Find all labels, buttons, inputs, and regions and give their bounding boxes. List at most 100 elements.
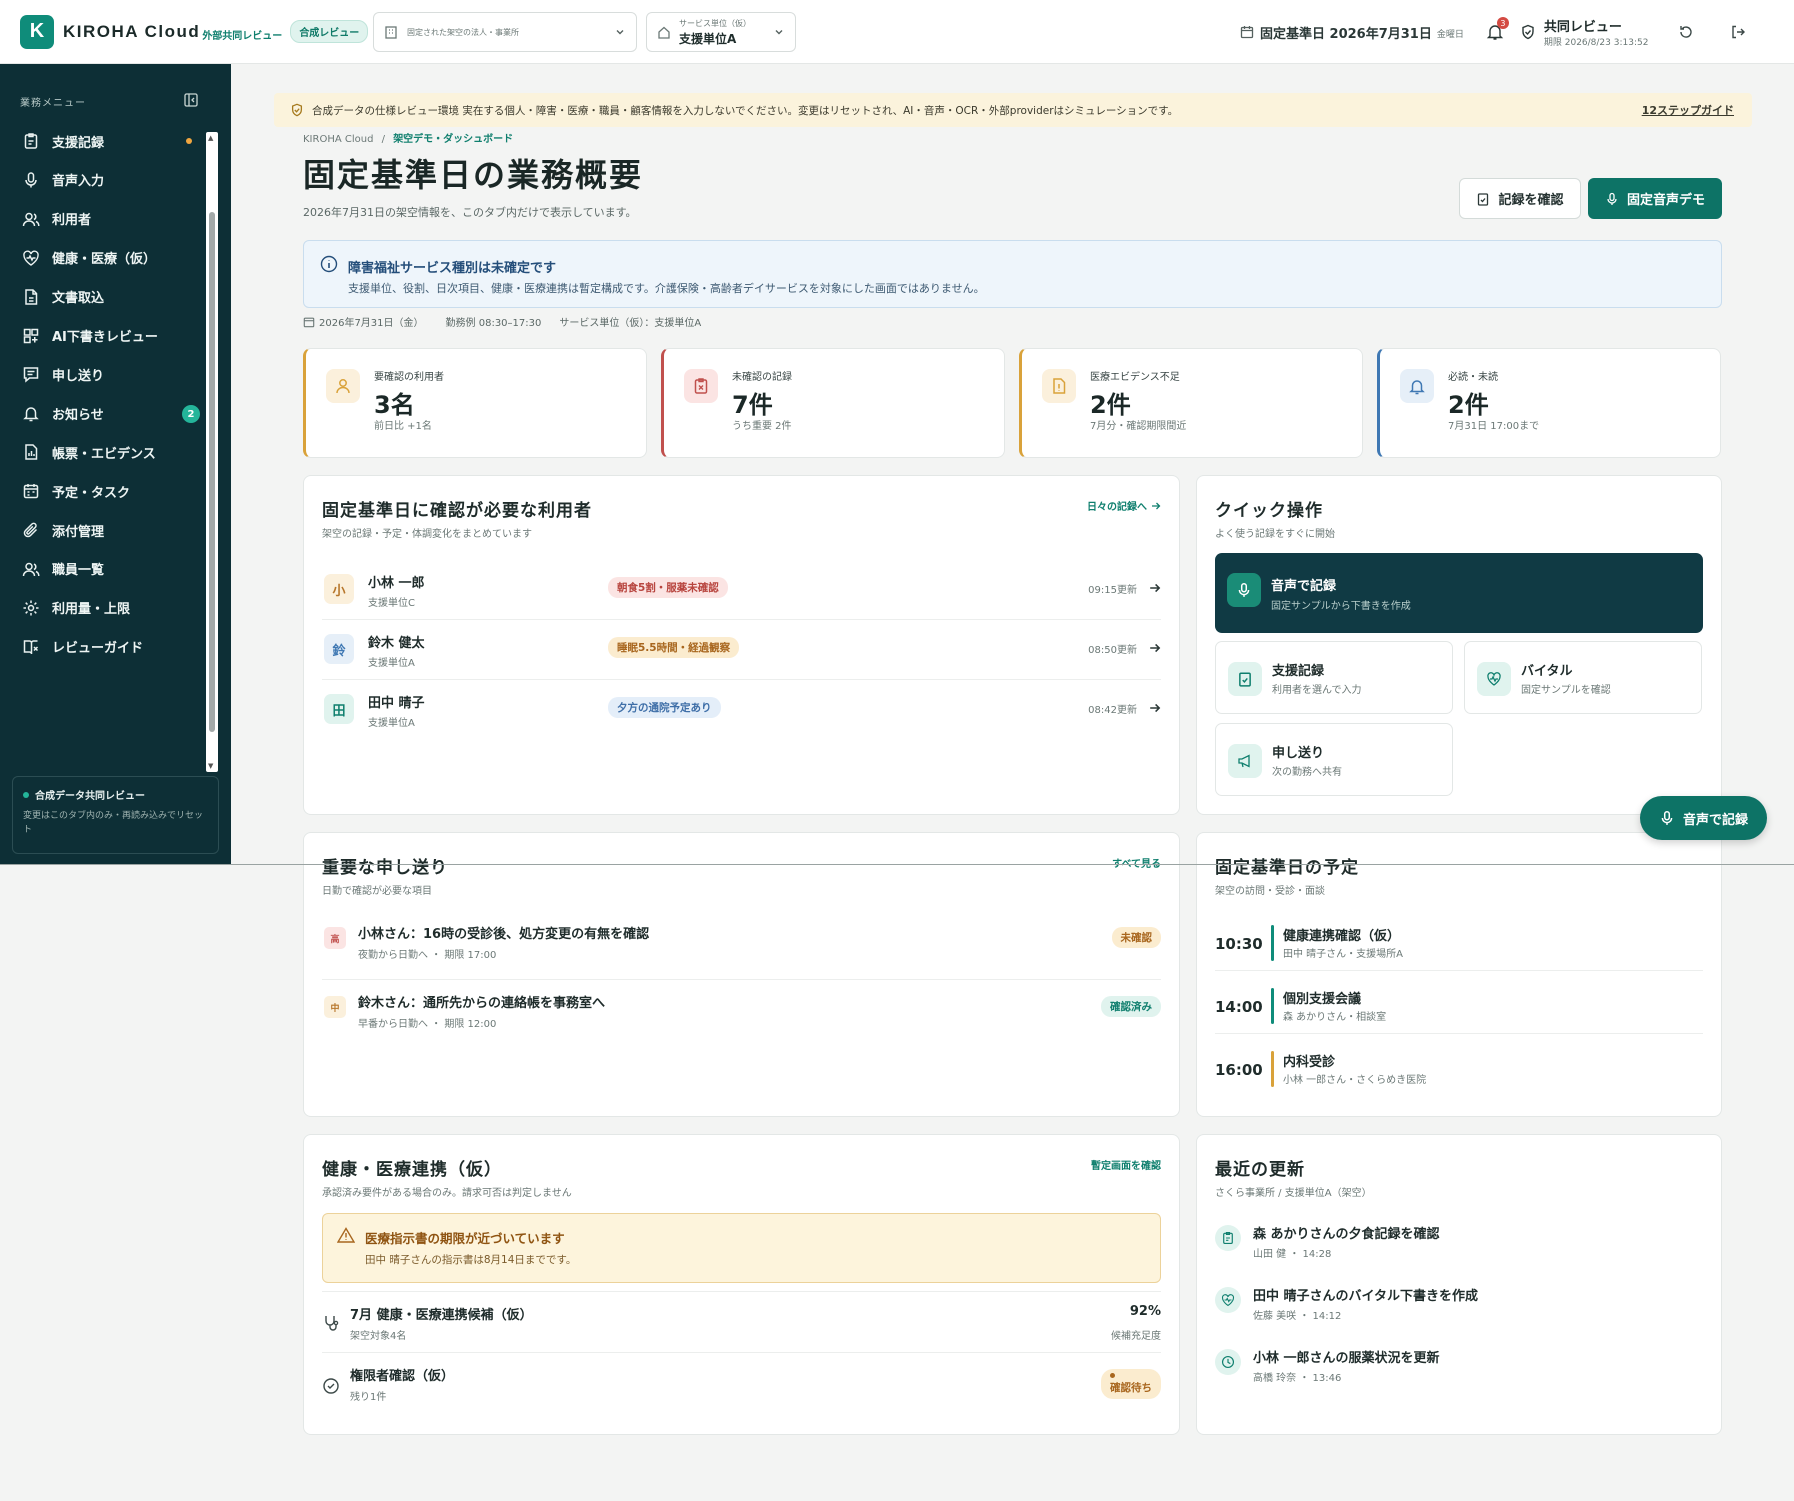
sidebar-item-9[interactable]: 予定・タスク <box>20 476 200 506</box>
chevron-down-icon <box>614 26 626 38</box>
app-logo[interactable]: K <box>20 14 54 49</box>
kpi-card-0[interactable]: 要確認の利用者 3名 前日比 +1名 <box>303 348 647 458</box>
sidebar-item-label: 音声入力 <box>52 174 105 190</box>
update-row[interactable]: 田中 晴子さんのバイタル下書きを作成 佐藤 美咲 ・ 14:12 <box>1215 1275 1703 1337</box>
sidebar-item-11[interactable]: 職員一覧 <box>20 554 200 584</box>
health-title: 健康・医療連携（仮） <box>322 1160 502 1180</box>
see-all-link[interactable]: すべて見る <box>1112 855 1161 870</box>
handover-text: 鈴木さん：通所先からの連絡帳を事務室へ <box>358 996 606 1011</box>
kpi-card-2[interactable]: 医療エビデンス不足 2件 7月分・確認期限間近 <box>1019 348 1363 458</box>
update-row[interactable]: 小林 一郎さんの服薬状況を更新 高橋 玲奈 ・ 13:46 <box>1215 1337 1703 1399</box>
handover-row[interactable]: 高小林さん：16時の受診後、処方変更の有無を確認 夜勤から日勤へ ・ 期限 17:… <box>322 911 1161 980</box>
sidebar-item-12[interactable]: 利用量・上限 <box>20 593 200 623</box>
updated-time: 09:15更新 <box>1088 585 1137 596</box>
sidebar-scrollbar[interactable]: ▲ ▼ <box>206 132 218 772</box>
check-records-button[interactable]: 記録を確認 <box>1459 178 1581 219</box>
schedule-marker <box>1271 988 1274 1024</box>
sidebar-item-7[interactable]: お知らせ 2 <box>20 398 200 428</box>
sidebar-collapse-icon[interactable] <box>183 92 199 108</box>
vital-action[interactable]: バイタル 固定サンプルを確認 <box>1464 641 1702 714</box>
handover-status: 未確認 <box>1111 927 1161 948</box>
provisional-screen-link[interactable]: 暫定画面を確認 <box>1091 1157 1161 1172</box>
stethoscope-icon <box>322 1314 340 1332</box>
clipboard-icon <box>20 130 42 152</box>
schedule-subtitle: 架空の訪問・受診・面談 <box>1215 886 1325 897</box>
sidebar-footer-text: 変更はこのタブ内のみ・再読み込みでリセット <box>23 811 204 835</box>
user-row[interactable]: 田田中 晴子 支援単位A 夕方の通院予定あり 08:42更新 <box>322 680 1161 740</box>
reset-icon[interactable] <box>1678 24 1694 40</box>
schedule-item[interactable]: 10:30 健康連携確認（仮） 田中 晴子さん・支援場所A <box>1215 921 1703 971</box>
voice-record-title: 音声で記録 <box>1271 579 1337 594</box>
check-circle-icon <box>322 1377 340 1395</box>
org-select-label: 固定された架空の法人・事業所 <box>407 27 519 37</box>
sidebar-item-3[interactable]: 健康・医療（仮） <box>20 243 200 273</box>
unit-select[interactable]: サービス単位（仮） 支援単位A <box>646 12 796 52</box>
scrollbar-thumb[interactable] <box>209 212 215 732</box>
mic-icon <box>1605 192 1619 206</box>
page-subtitle: 2026年7月31日の架空情報を、このタブ内だけで表示しています。 <box>303 206 637 219</box>
sidebar-item-label: 支援記録 <box>52 135 105 151</box>
sidebar-heading: 業務メニュー <box>20 98 86 109</box>
sidebar-item-4[interactable]: 文書取込 <box>20 282 200 312</box>
user-row[interactable]: 鈴鈴木 健太 支援単位A 睡眠5.5時間・経過観察 08:50更新 <box>322 620 1161 680</box>
handover-action[interactable]: 申し送り 次の勤務へ共有 <box>1215 723 1453 796</box>
scroll-down-icon[interactable]: ▼ <box>208 762 213 770</box>
schedule-desc: 小林 一郎さん・さくらめき医院 <box>1283 1075 1427 1086</box>
quick-actions-card: クイック操作 よく使う記録をすぐに開始 音声で記録 固定サンプルから下書きを作成… <box>1196 475 1722 815</box>
banner-text: 合成データの仕様レビュー環境 実在する個人・障害・医療・職員・顧客情報を入力しな… <box>312 104 1179 117</box>
sidebar-item-label: 職員一覧 <box>52 563 105 579</box>
handover-row[interactable]: 中鈴木さん：通所先からの連絡帳を事務室へ 早番から日勤へ ・ 期限 12:00 確認… <box>322 980 1161 1049</box>
daily-records-link[interactable]: 日々の記録へ <box>1087 498 1161 513</box>
sidebar-item-6[interactable]: 申し送り <box>20 359 200 389</box>
arrow-right-icon[interactable] <box>1149 642 1161 654</box>
updated-time: 08:42更新 <box>1088 705 1137 716</box>
bell-icon <box>1400 369 1434 403</box>
kpi-card-1[interactable]: 未確認の記録 7件 うち重要 2件 <box>661 348 1005 458</box>
update-meta: 高橋 玲奈 ・ 13:46 <box>1253 1373 1342 1384</box>
sidebar-item-label: AI下書きレビュー <box>52 330 158 345</box>
update-row[interactable]: 森 あかりさんの夕食記録を確認 山田 健 ・ 14:28 <box>1215 1213 1703 1275</box>
heart-pulse-icon <box>1477 662 1511 696</box>
authorizer-check-row[interactable]: 権限者確認（仮） 残り1件 確認待ち <box>322 1353 1161 1415</box>
bell-icon[interactable]: 3 <box>1486 17 1509 41</box>
org-select[interactable]: 固定された架空の法人・事業所 <box>373 12 637 52</box>
quick-title: クイック操作 <box>1215 501 1323 521</box>
updates-card: 最近の更新 さくら事業所 / 支援単位A（架空） 森 あかりさんの夕食記録を確認… <box>1196 1134 1722 1435</box>
breadcrumb-root[interactable]: KIROHA Cloud <box>303 134 373 145</box>
sidebar-item-10[interactable]: 添付管理 <box>20 515 200 545</box>
kpi-card-3[interactable]: 必読・未読 2件 7月31日 17:00まで <box>1377 348 1721 458</box>
logout-icon[interactable] <box>1730 24 1746 40</box>
unit-select-label: サービス単位（仮） <box>679 18 751 28</box>
kpi-label: 未確認の記録 <box>732 372 792 383</box>
sidebar-item-2[interactable]: 利用者 <box>20 204 200 234</box>
floating-voice-record-button[interactable]: 音声で記録 <box>1640 796 1767 840</box>
review-title: 共同レビュー <box>1543 20 1622 35</box>
breadcrumb-separator: / <box>381 134 385 145</box>
sidebar-item-label: お知らせ <box>52 407 104 423</box>
notification-badge: 3 <box>1496 17 1509 29</box>
paperclip-icon <box>20 519 42 541</box>
scroll-up-icon[interactable]: ▲ <box>208 134 213 142</box>
app-name: KIROHA Cloud <box>63 21 201 41</box>
schedule-item[interactable]: 14:00 個別支援会議森 あかりさん・相談室 <box>1215 984 1703 1034</box>
schedule-item[interactable]: 16:00 内科受診 小林 一郎さん・さくらめき医院 <box>1215 1047 1703 1097</box>
sidebar-item-8[interactable]: 帳票・エビデンス <box>20 437 200 467</box>
health-candidate-row[interactable]: 7月 健康・医療連携候補（仮） 架空対象4名 92% 候補充足度 <box>322 1291 1161 1353</box>
arrow-right-icon[interactable] <box>1149 582 1161 594</box>
sidebar-item-0[interactable]: 支援記録 <box>20 126 200 156</box>
sidebar-item-1[interactable]: 音声入力 <box>20 165 200 195</box>
support-record-action[interactable]: 支援記録 利用者を選んで入力 <box>1215 641 1453 714</box>
voice-record-action[interactable]: 音声で記録 固定サンプルから下書きを作成 <box>1215 553 1703 633</box>
sidebar-item-5[interactable]: AI下書きレビュー <box>20 321 200 351</box>
user-row[interactable]: 小小林 一郎 支援単位C 朝食5割・服薬未確認 09:15更新 <box>322 560 1161 620</box>
mic-icon <box>1227 573 1261 607</box>
guide-link[interactable]: 12ステップガイド <box>1642 102 1734 118</box>
sidebar-item-13[interactable]: レビューガイド <box>20 632 200 662</box>
arrow-right-icon[interactable] <box>1149 702 1161 714</box>
candidate-sub: 架空対象4名 <box>350 1331 407 1342</box>
pending-badge-label: 確認待ち <box>1110 1382 1152 1394</box>
service-type-notice: 障害福祉サービス種別は未確定です 支援単位、役割、日次項目、健康・医療連携は暫定… <box>303 240 1722 308</box>
priority-badge: 中 <box>324 996 346 1018</box>
voice-demo-button[interactable]: 固定音声デモ <box>1588 178 1722 219</box>
home-icon <box>657 25 671 39</box>
